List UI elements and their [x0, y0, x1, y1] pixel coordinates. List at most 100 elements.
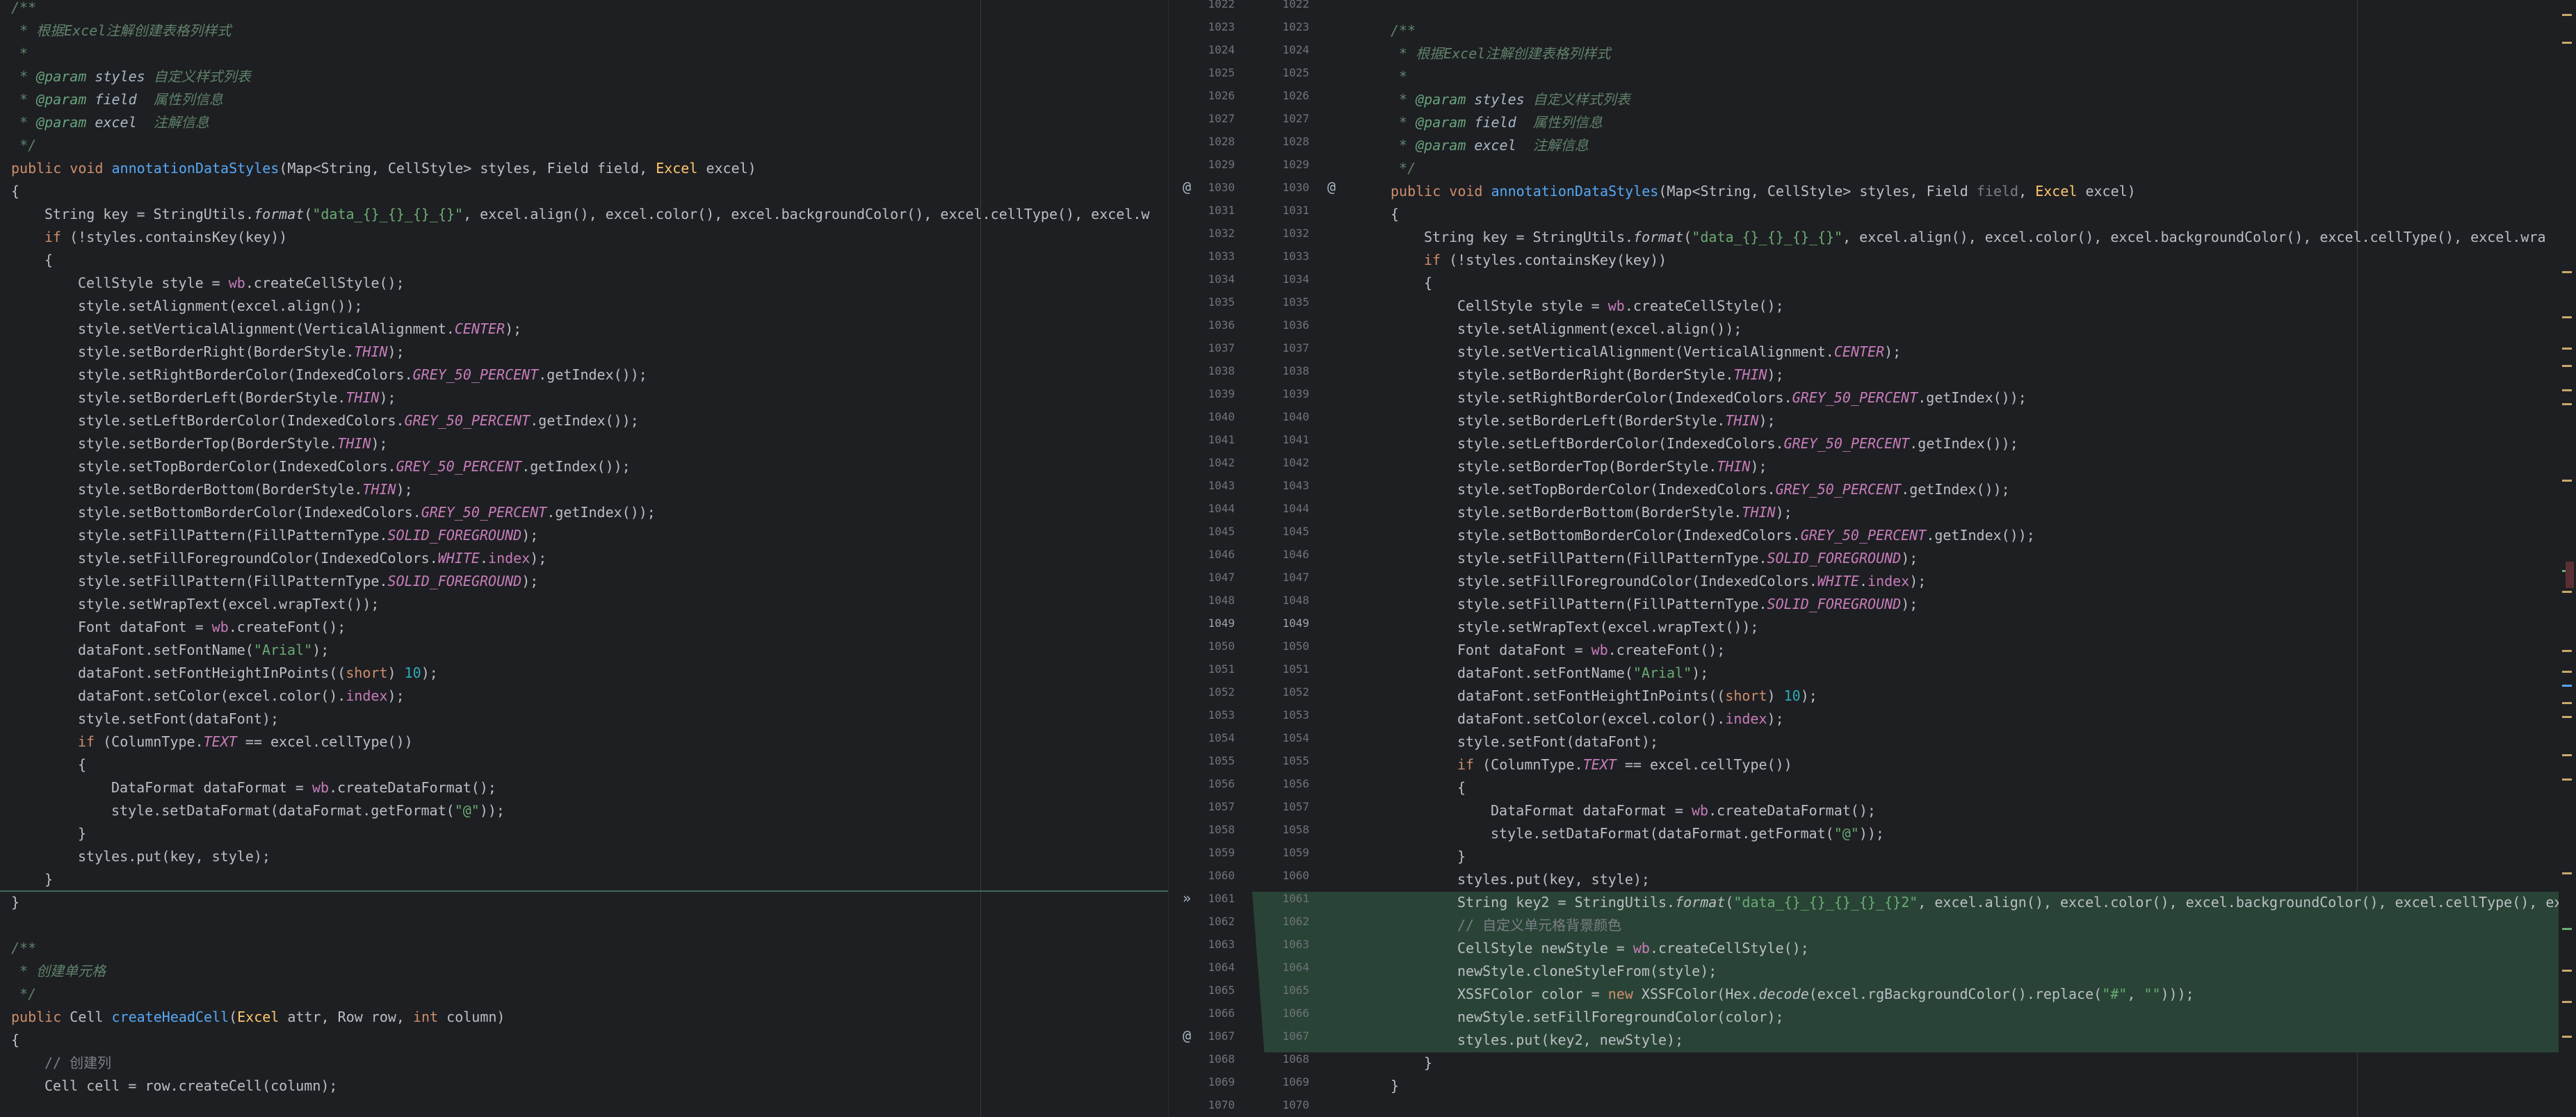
code-line[interactable]: style.setLeftBorderColor(IndexedColors.G…	[1352, 432, 2559, 455]
code-line[interactable]: style.setAlignment(excel.align());	[0, 295, 1168, 318]
left-editor-pane[interactable]: /** * 根据Excel注解创建表格列样式 * * @param styles…	[0, 0, 1168, 1117]
code-line[interactable]: style.setVerticalAlignment(VerticalAlign…	[0, 318, 1168, 341]
code-line[interactable]: style.setBorderTop(BorderStyle.THIN);	[1352, 455, 2559, 478]
code-line[interactable]: newStyle.cloneStyleFrom(style);	[1352, 960, 2559, 983]
code-line[interactable]: }	[1352, 845, 2559, 868]
code-line[interactable]: if (!styles.containsKey(key))	[1352, 249, 2559, 272]
apply-change-icon[interactable]: »	[1183, 887, 1191, 910]
code-line[interactable]: Cell cell = row.createCell(column);	[0, 1075, 1168, 1098]
code-line[interactable]: {	[0, 753, 1168, 776]
code-line[interactable]: style.setBorderTop(BorderStyle.THIN);	[0, 432, 1168, 455]
code-line[interactable]: style.setFont(dataFont);	[0, 708, 1168, 731]
code-line[interactable]: }	[0, 822, 1168, 845]
code-line[interactable]: dataFont.setFontHeightInPoints((short) 1…	[1352, 685, 2559, 708]
code-line[interactable]: {	[1352, 203, 2559, 226]
code-line[interactable]: }	[1352, 1052, 2559, 1075]
code-line[interactable]: public void annotationDataStyles(Map<Str…	[1352, 180, 2559, 203]
code-line[interactable]: style.setLeftBorderColor(IndexedColors.G…	[0, 409, 1168, 432]
code-line[interactable]: styles.put(key, style);	[1352, 868, 2559, 891]
code-line[interactable]: CellStyle style = wb.createCellStyle();	[0, 272, 1168, 295]
code-line[interactable]: Font dataFont = wb.createFont();	[1352, 639, 2559, 662]
code-line[interactable]: */	[1352, 157, 2559, 180]
code-line[interactable]: style.setTopBorderColor(IndexedColors.GR…	[1352, 478, 2559, 501]
code-line[interactable]: style.setFillPattern(FillPatternType.SOL…	[1352, 547, 2559, 570]
code-line[interactable]: // 创建列	[0, 1052, 1168, 1075]
code-line[interactable]: public void annotationDataStyles(Map<Str…	[0, 157, 1168, 180]
code-line[interactable]: style.setFillPattern(FillPatternType.SOL…	[0, 570, 1168, 593]
code-line[interactable]: dataFont.setColor(excel.color().index);	[0, 685, 1168, 708]
code-line[interactable]: if (!styles.containsKey(key))	[0, 226, 1168, 249]
code-line[interactable]: *	[0, 42, 1168, 65]
code-line[interactable]: style.setVerticalAlignment(VerticalAlign…	[1352, 341, 2559, 364]
vertical-scrollbar[interactable]	[2559, 0, 2576, 1117]
code-line[interactable]: CellStyle newStyle = wb.createCellStyle(…	[1352, 937, 2559, 960]
code-line[interactable]: style.setWrapText(excel.wrapText());	[1352, 616, 2559, 639]
code-line[interactable]: style.setFillPattern(FillPatternType.SOL…	[0, 524, 1168, 547]
code-line[interactable]: style.setTopBorderColor(IndexedColors.GR…	[0, 455, 1168, 478]
code-line[interactable]: * @param field 属性列信息	[0, 88, 1168, 111]
code-line[interactable]	[0, 914, 1168, 937]
code-line[interactable]: CellStyle style = wb.createCellStyle();	[1352, 295, 2559, 318]
code-line[interactable]: * 根据Excel注解创建表格列样式	[0, 19, 1168, 42]
code-line[interactable]: /**	[1352, 19, 2559, 42]
code-line[interactable]: style.setBorderRight(BorderStyle.THIN);	[1352, 364, 2559, 386]
code-line[interactable]: style.setBorderBottom(BorderStyle.THIN);	[1352, 501, 2559, 524]
code-line[interactable]: }	[0, 891, 1168, 914]
code-line[interactable]: style.setRightBorderColor(IndexedColors.…	[0, 364, 1168, 386]
scroll-thumb[interactable]	[2566, 562, 2574, 588]
code-line[interactable]: String key2 = StringUtils.format("data_{…	[1352, 891, 2559, 914]
code-line[interactable]: */	[0, 983, 1168, 1006]
code-line[interactable]: style.setFillPattern(FillPatternType.SOL…	[1352, 593, 2559, 616]
code-line[interactable]: style.setRightBorderColor(IndexedColors.…	[1352, 386, 2559, 409]
code-line[interactable]: String key = StringUtils.format("data_{}…	[1352, 226, 2559, 249]
code-line[interactable]: dataFont.setFontHeightInPoints((short) 1…	[0, 662, 1168, 685]
code-line[interactable]: dataFont.setFontName("Arial");	[0, 639, 1168, 662]
code-line[interactable]: {	[1352, 776, 2559, 799]
code-line[interactable]: * 根据Excel注解创建表格列样式	[1352, 42, 2559, 65]
code-line[interactable]: String key = StringUtils.format("data_{}…	[0, 203, 1168, 226]
code-line[interactable]: style.setBorderLeft(BorderStyle.THIN);	[0, 386, 1168, 409]
code-line[interactable]: {	[1352, 272, 2559, 295]
code-line[interactable]: style.setBottomBorderColor(IndexedColors…	[1352, 524, 2559, 547]
code-line[interactable]: * 创建单元格	[0, 960, 1168, 983]
code-line[interactable]: dataFont.setFontName("Arial");	[1352, 662, 2559, 685]
code-line[interactable]: DataFormat dataFormat = wb.createDataFor…	[1352, 799, 2559, 822]
code-line[interactable]: style.setWrapText(excel.wrapText());	[0, 593, 1168, 616]
code-line[interactable]: newStyle.setFillForegroundColor(color);	[1352, 1006, 2559, 1029]
code-line[interactable]: *	[1352, 65, 2559, 88]
override-icon[interactable]: @	[1183, 176, 1191, 199]
code-line[interactable]: style.setDataFormat(dataFormat.getFormat…	[0, 799, 1168, 822]
code-line[interactable]: style.setDataFormat(dataFormat.getFormat…	[1352, 822, 2559, 845]
code-line[interactable]: styles.put(key2, newStyle);	[1352, 1029, 2559, 1052]
code-line[interactable]: * @param styles 自定义样式列表	[0, 65, 1168, 88]
code-line[interactable]: style.setBorderBottom(BorderStyle.THIN);	[0, 478, 1168, 501]
code-line[interactable]: style.setFont(dataFont);	[1352, 731, 2559, 753]
code-line[interactable]: if (ColumnType.TEXT == excel.cellType())	[1352, 753, 2559, 776]
code-line[interactable]: * @param styles 自定义样式列表	[1352, 88, 2559, 111]
code-line[interactable]: // 自定义单元格背景颜色	[1352, 914, 2559, 937]
code-line[interactable]: {	[0, 180, 1168, 203]
code-line[interactable]: DataFormat dataFormat = wb.createDataFor…	[0, 776, 1168, 799]
code-line[interactable]: */	[0, 134, 1168, 157]
code-line[interactable]: XSSFColor color = new XSSFColor(Hex.deco…	[1352, 983, 2559, 1006]
code-line[interactable]: if (ColumnType.TEXT == excel.cellType())	[0, 731, 1168, 753]
code-line[interactable]: style.setBottomBorderColor(IndexedColors…	[0, 501, 1168, 524]
code-line[interactable]: dataFont.setColor(excel.color().index);	[1352, 708, 2559, 731]
code-line[interactable]: }	[1352, 1075, 2559, 1098]
code-line[interactable]: style.setFillForegroundColor(IndexedColo…	[1352, 570, 2559, 593]
code-line[interactable]: * @param excel 注解信息	[1352, 134, 2559, 157]
code-line[interactable]: /**	[0, 937, 1168, 960]
code-line[interactable]: {	[0, 1029, 1168, 1052]
code-line[interactable]: public Cell createHeadCell(Excel attr, R…	[0, 1006, 1168, 1029]
code-line[interactable]: styles.put(key, style);	[0, 845, 1168, 868]
code-line[interactable]: Font dataFont = wb.createFont();	[0, 616, 1168, 639]
code-line[interactable]: {	[0, 249, 1168, 272]
code-line[interactable]: * @param excel 注解信息	[0, 111, 1168, 134]
code-line[interactable]: /**	[0, 0, 1168, 19]
code-line[interactable]: style.setBorderLeft(BorderStyle.THIN);	[1352, 409, 2559, 432]
code-line[interactable]: style.setAlignment(excel.align());	[1352, 318, 2559, 341]
code-line[interactable]: style.setBorderRight(BorderStyle.THIN);	[0, 341, 1168, 364]
code-line[interactable]: }	[0, 868, 1168, 891]
code-line[interactable]: * @param field 属性列信息	[1352, 111, 2559, 134]
right-editor-pane[interactable]: /** * 根据Excel注解创建表格列样式 * * @param styles…	[1352, 0, 2559, 1117]
